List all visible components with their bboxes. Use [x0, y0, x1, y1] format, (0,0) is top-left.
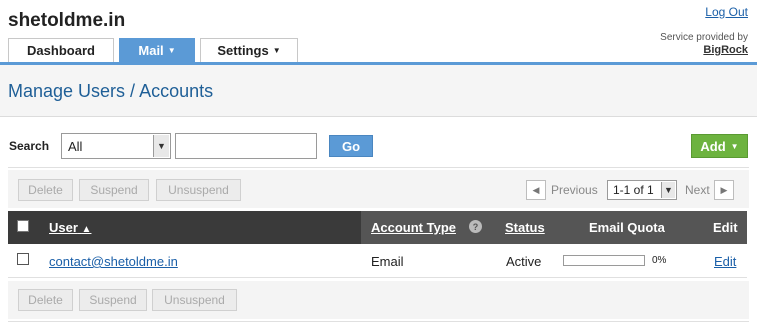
chevron-down-icon: ▼	[730, 141, 739, 151]
tab-dashboard-label: Dashboard	[27, 43, 95, 58]
chevron-down-icon: ▼	[167, 46, 176, 55]
divider	[8, 321, 749, 322]
service-provider-text: Service provided by	[660, 32, 748, 43]
unsuspend-button-bottom[interactable]: Unsuspend	[152, 289, 237, 311]
chevron-left-icon: ◀	[532, 184, 540, 195]
add-button[interactable]: Add ▼	[691, 134, 748, 158]
tab-mail-label: Mail	[138, 43, 164, 58]
suspend-button-bottom[interactable]: Suspend	[79, 289, 147, 311]
row-checkbox[interactable]	[17, 253, 29, 265]
site-title: shetoldme.in	[8, 10, 126, 31]
page-select[interactable]: 1-1 of 1 ▼	[607, 180, 677, 200]
search-filter-select[interactable]: All ▼	[61, 133, 171, 159]
sort-ascending-icon: ▲	[81, 224, 92, 235]
email-quota-bar	[563, 255, 645, 266]
edit-link[interactable]: Edit	[714, 254, 736, 269]
logout-link[interactable]: Log Out	[705, 5, 748, 19]
page-header: Manage Users / Accounts	[0, 65, 757, 117]
previous-label[interactable]: Previous	[551, 183, 598, 197]
email-quota-percent: 0%	[652, 255, 667, 266]
help-icon[interactable]: ?	[469, 220, 482, 233]
tab-settings-label: Settings	[217, 43, 269, 58]
status-value: Active	[506, 254, 542, 269]
chevron-down-icon: ▼	[272, 46, 281, 55]
column-header-user-label: User	[49, 220, 78, 235]
tab-mail[interactable]: Mail ▼	[119, 38, 195, 62]
column-header-account-type[interactable]: Account Type	[371, 220, 456, 235]
account-type-value: Email	[371, 254, 404, 269]
page-title: Manage Users / Accounts	[8, 81, 214, 101]
column-header-edit: Edit	[713, 220, 738, 235]
add-button-label: Add	[700, 138, 726, 154]
select-all-checkbox[interactable]	[17, 220, 29, 232]
divider	[8, 167, 749, 168]
search-input[interactable]	[175, 133, 317, 159]
tab-settings[interactable]: Settings ▼	[200, 38, 298, 62]
main-tabs: Dashboard Mail ▼ Settings ▼	[8, 38, 303, 62]
column-header-status[interactable]: Status	[505, 220, 545, 235]
next-page-button[interactable]: ▶	[714, 180, 734, 200]
previous-page-button[interactable]: ◀	[526, 180, 546, 200]
chevron-right-icon: ▶	[720, 184, 728, 195]
column-header-user[interactable]: User ▲	[49, 220, 91, 235]
page-select-value: 1-1 of 1	[613, 183, 654, 197]
search-filter-value: All	[68, 138, 83, 154]
service-provider: Service provided by BigRock	[660, 32, 748, 56]
delete-button[interactable]: Delete	[18, 179, 73, 201]
next-label[interactable]: Next	[685, 183, 710, 197]
suspend-button[interactable]: Suspend	[79, 179, 149, 201]
search-label: Search	[9, 139, 50, 153]
column-header-email-quota: Email Quota	[589, 220, 665, 235]
tab-dashboard[interactable]: Dashboard	[8, 38, 114, 62]
user-email-link[interactable]: contact@shetoldme.in	[49, 254, 178, 269]
unsuspend-button[interactable]: Unsuspend	[156, 179, 241, 201]
service-provider-brand-link[interactable]: BigRock	[660, 44, 748, 56]
chevron-down-icon: ▼	[661, 182, 675, 198]
delete-button-bottom[interactable]: Delete	[18, 289, 73, 311]
go-button[interactable]: Go	[329, 135, 373, 157]
chevron-down-icon: ▼	[153, 135, 169, 157]
